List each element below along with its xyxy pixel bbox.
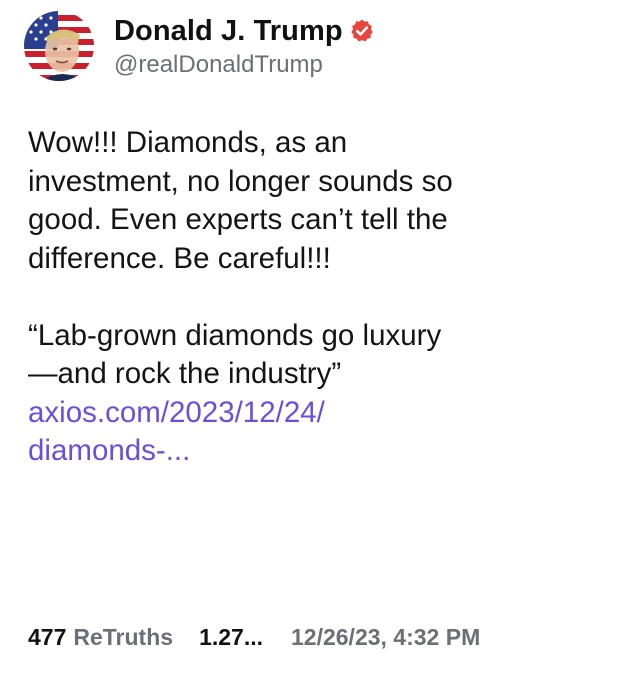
retruths-count[interactable]: 477 [28,624,66,651]
post-text-line: Wow!!! Diamonds, as an [28,126,348,159]
quoted-headline: “Lab-grown diamonds go luxury —and rock … [28,317,608,394]
post-text-line: investment, no longer sounds so [28,164,453,198]
post-timestamp[interactable]: 12/26/23, 4:32 PM [291,624,480,651]
post-header: Donald J. Trump @realDonaldTrump [24,10,375,82]
link-line[interactable]: diamonds-... [28,432,608,471]
link-line[interactable]: axios.com/2023/12/24/ [28,394,608,433]
verified-badge-icon [349,18,375,44]
post-text: Wow!!! Diamonds, as an investment, no lo… [28,124,608,278]
article-link[interactable]: axios.com/2023/12/24/ diamonds-... [28,394,608,471]
author-handle[interactable]: @realDonaldTrump [114,51,375,79]
post-stats: 477 ReTruths 1.27... 12/26/23, 4:32 PM [28,620,480,654]
author-name-row: Donald J. Trump [114,13,375,49]
post-body: Wow!!! Diamonds, as an investment, no lo… [28,124,608,471]
post-text-line: good. Even experts can’t tell the [28,203,448,236]
quote-line: —and rock the industry” [28,357,342,390]
avatar-flag-icon [24,11,94,81]
author-identity: Donald J. Trump @realDonaldTrump [114,13,375,79]
likes-count[interactable]: 1.27... [199,624,263,651]
truth-post: Donald J. Trump @realDonaldTrump Wow!!! … [0,0,623,680]
profile-avatar[interactable] [24,11,94,81]
quote-line: “Lab-grown diamonds go luxury [28,318,442,352]
author-display-name[interactable]: Donald J. Trump [114,15,343,48]
retruths-label[interactable]: ReTruths [73,624,173,651]
post-text-line: difference. Be careful!!! [28,241,331,275]
